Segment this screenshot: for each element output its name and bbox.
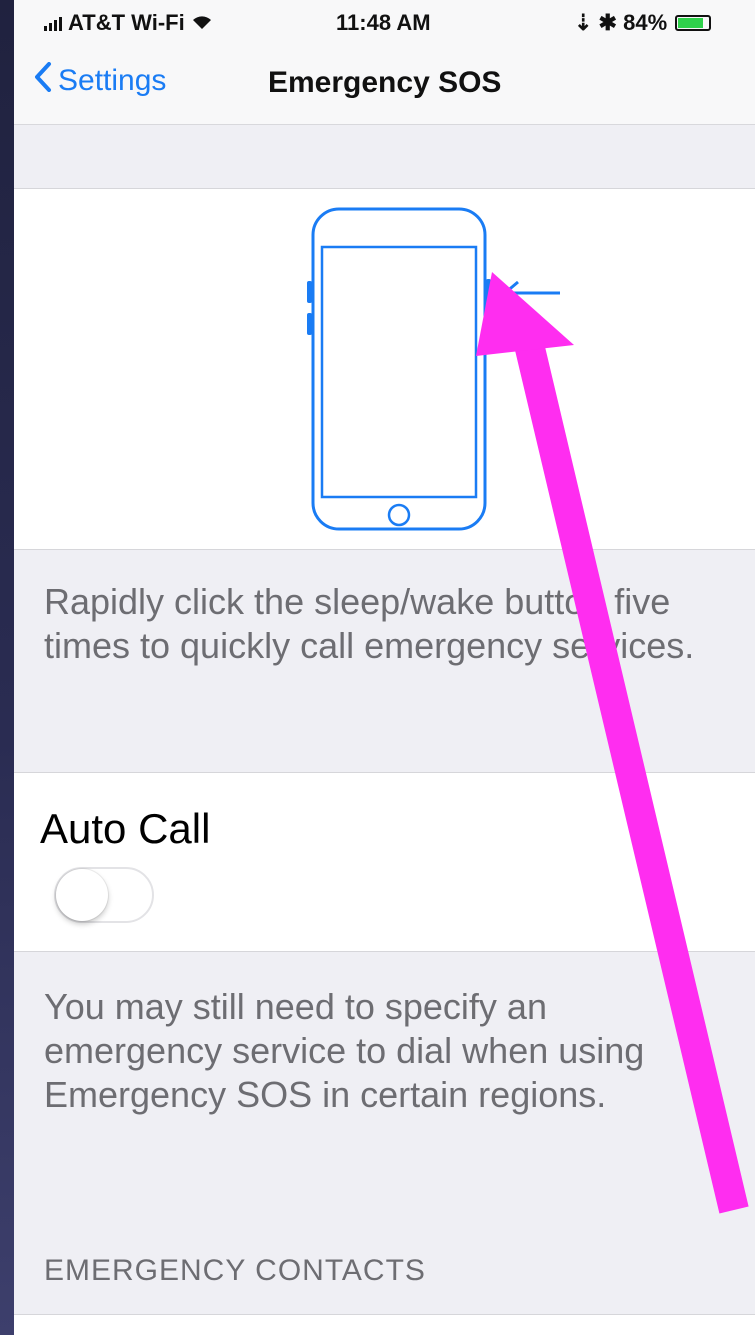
wifi-icon — [191, 10, 213, 36]
status-indicator-text: ⇣ ✱ 84% — [574, 10, 668, 35]
battery-icon — [675, 15, 712, 31]
auto-call-label: Auto Call — [40, 805, 211, 852]
phone-screen: AT&T Wi-Fi 11:48 AM ⇣ ✱ 84% Settings Eme… — [14, 0, 755, 1335]
back-button[interactable]: Settings — [34, 62, 166, 100]
back-button-label: Settings — [58, 64, 167, 97]
sos-illustration-panel — [14, 188, 755, 550]
auto-call-cell: Auto Call — [14, 772, 755, 952]
carrier-group: AT&T Wi-Fi — [44, 10, 213, 36]
battery-level — [678, 18, 704, 28]
auto-call-toggle[interactable] — [54, 867, 154, 923]
toggle-knob — [56, 869, 108, 921]
status-bar: AT&T Wi-Fi 11:48 AM ⇣ ✱ 84% — [14, 0, 755, 40]
sleep-wake-instructions: Rapidly click the sleep/wake button five… — [44, 581, 695, 666]
navigation-bar: Settings Emergency SOS — [14, 40, 755, 125]
emergency-contacts-cell[interactable] — [14, 1314, 755, 1335]
signal-strength-icon — [44, 15, 62, 31]
chevron-left-icon — [34, 62, 52, 100]
status-time: 11:48 AM — [336, 10, 431, 35]
page-title: Emergency SOS — [268, 66, 502, 99]
carrier-name: AT&T Wi-Fi — [68, 10, 185, 35]
status-indicators: ⇣ ✱ 84% — [574, 10, 712, 36]
iphone-illustration — [304, 203, 584, 538]
emergency-contacts-header: EMERGENCY CONTACTS — [44, 1254, 426, 1287]
auto-call-footer-note: You may still need to specify an emergen… — [44, 986, 645, 1115]
